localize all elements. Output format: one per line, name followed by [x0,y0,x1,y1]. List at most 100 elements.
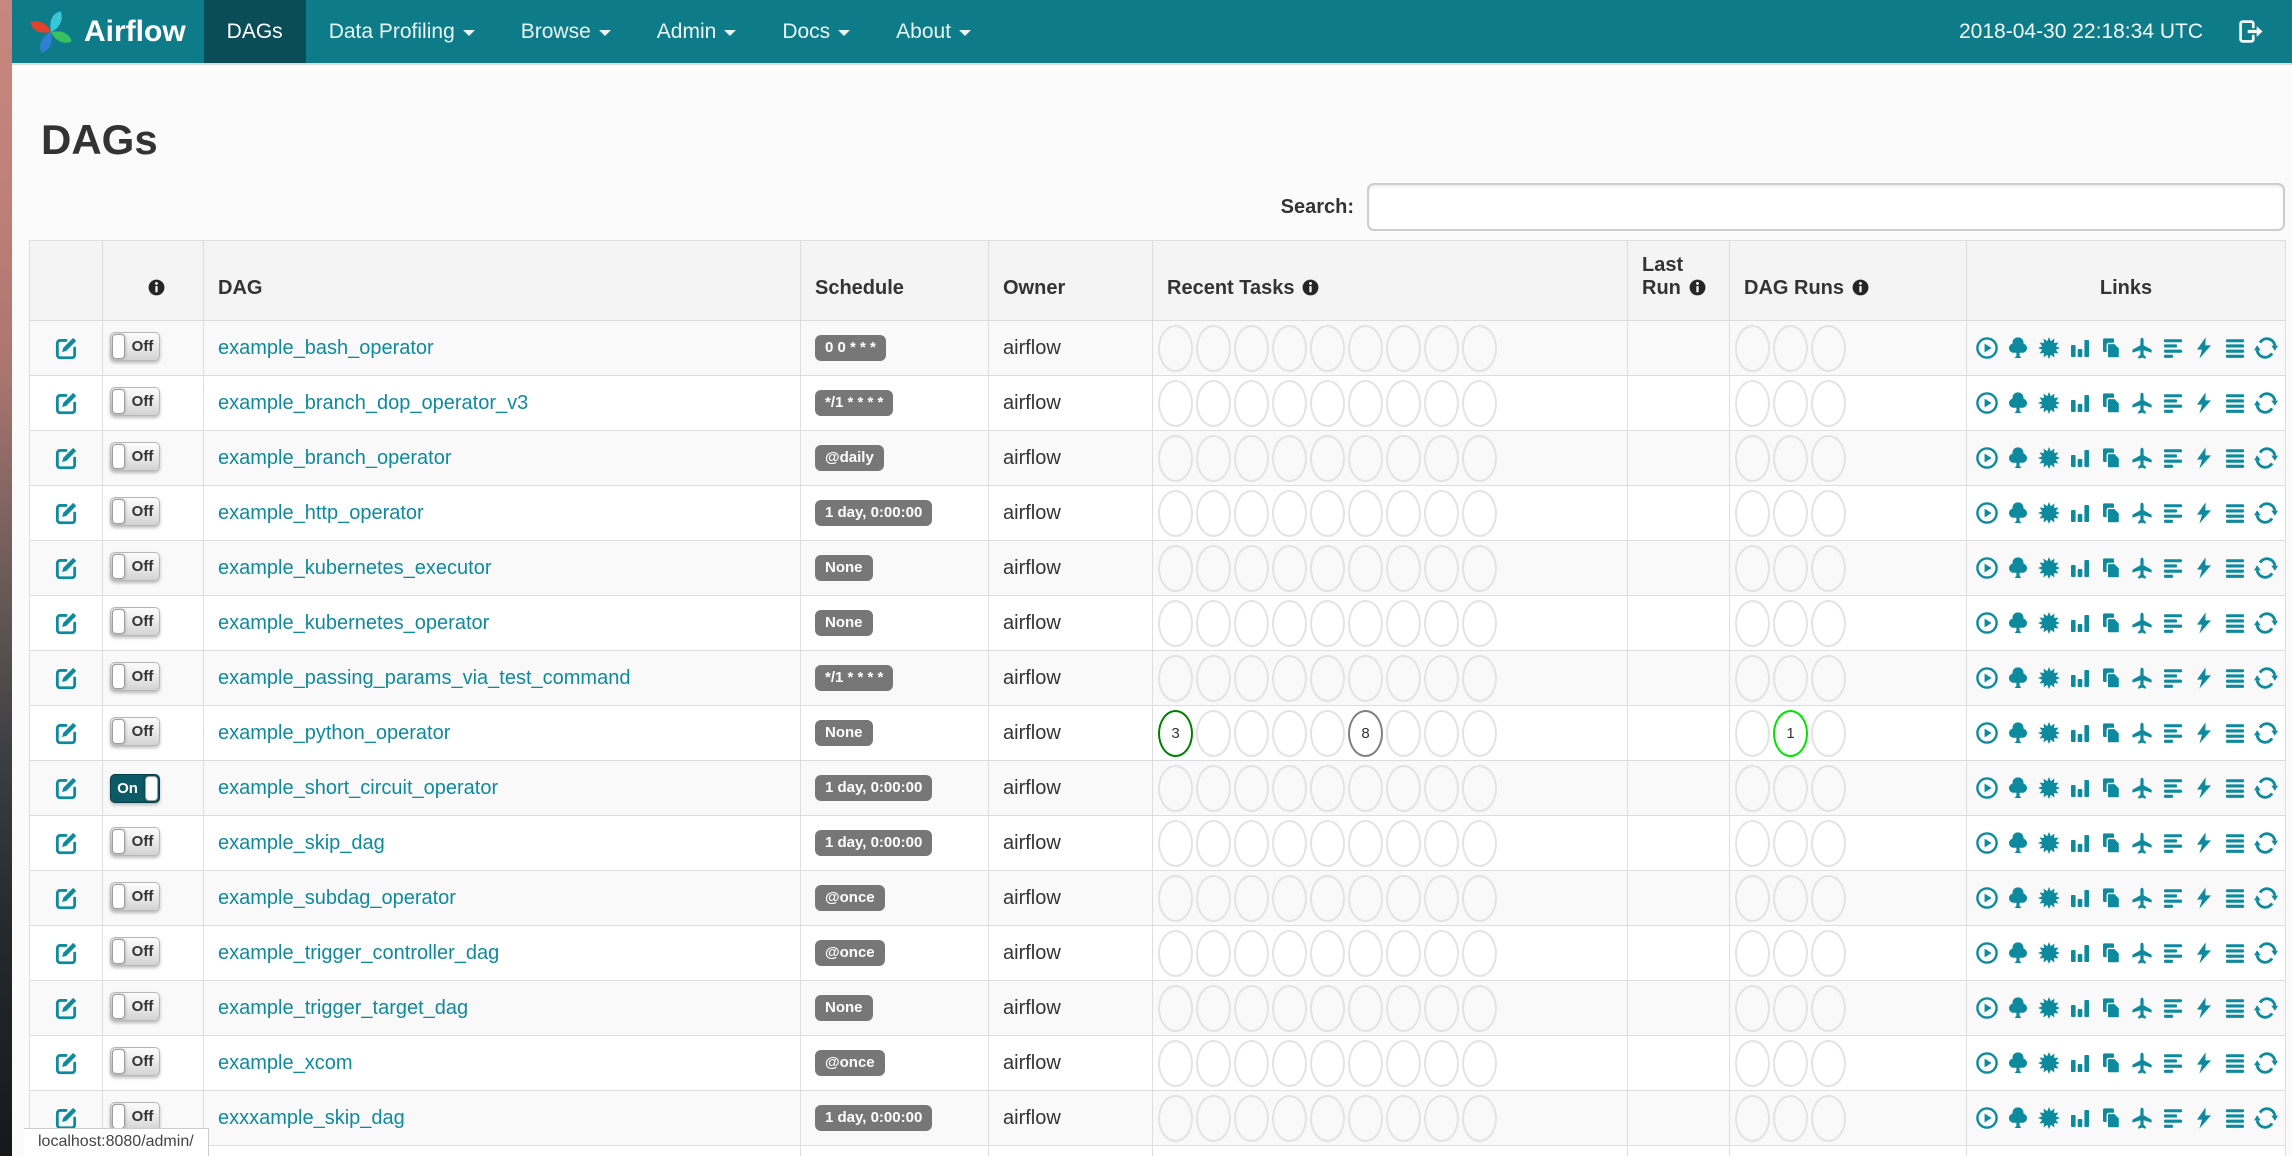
recent-task-circle[interactable] [1234,379,1269,427]
trigger-dag-link[interactable] [1975,996,1999,1020]
landing-times-link[interactable] [2130,501,2154,525]
info-icon[interactable] [147,278,166,297]
recent-task-circle[interactable] [1272,544,1307,592]
dag-link[interactable]: example_http_operator [218,502,424,524]
gantt-view-link[interactable] [2161,666,2185,690]
refresh-dag-link[interactable] [2254,336,2278,360]
dag-run-circle[interactable] [1811,819,1846,867]
recent-task-circle[interactable] [1196,1039,1231,1087]
edit-dag-link[interactable] [53,666,79,688]
recent-task-circle[interactable] [1234,874,1269,922]
dag-run-circle[interactable] [1735,654,1770,702]
tree-view-link[interactable] [2006,721,2030,745]
recent-task-circle[interactable] [1158,434,1193,482]
dag-run-circle[interactable] [1735,929,1770,977]
task-details-link[interactable] [2223,776,2247,800]
recent-task-circle[interactable]: 8 [1348,709,1383,757]
trigger-dag-link[interactable] [1975,721,1999,745]
refresh-dag-link[interactable] [2254,996,2278,1020]
dag-pause-toggle[interactable]: Off [110,551,160,581]
dag-link[interactable]: example_trigger_controller_dag [218,942,499,964]
dag-link[interactable]: example_kubernetes_operator [218,612,489,634]
dag-pause-toggle[interactable]: Off [110,1101,160,1131]
landing-times-link[interactable] [2130,1051,2154,1075]
recent-task-circle[interactable] [1310,324,1345,372]
graph-view-link[interactable] [2037,611,2061,635]
recent-task-circle[interactable] [1462,1094,1497,1142]
dag-run-circle[interactable] [1811,324,1846,372]
refresh-dag-link[interactable] [2254,1051,2278,1075]
trigger-dag-link[interactable] [1975,391,1999,415]
dag-run-circle[interactable] [1811,709,1846,757]
nav-item-dags[interactable]: DAGs [203,0,306,63]
tree-view-link[interactable] [2006,446,2030,470]
refresh-dag-link[interactable] [2254,721,2278,745]
tree-view-link[interactable] [2006,666,2030,690]
task-details-link[interactable] [2223,1051,2247,1075]
recent-task-circle[interactable] [1348,379,1383,427]
recent-task-circle[interactable] [1424,819,1459,867]
trigger-dag-link[interactable] [1975,941,1999,965]
trigger-dag-link[interactable] [1975,666,1999,690]
dag-link[interactable]: example_branch_operator [218,447,452,469]
nav-item-data-profiling[interactable]: Data Profiling [306,0,498,63]
refresh-dag-link[interactable] [2254,666,2278,690]
nav-item-docs[interactable]: Docs [759,0,873,63]
graph-view-link[interactable] [2037,556,2061,580]
recent-task-circle[interactable] [1158,1039,1193,1087]
dag-run-circle[interactable] [1773,819,1808,867]
task-details-link[interactable] [2223,336,2247,360]
recent-task-circle[interactable] [1348,654,1383,702]
dag-run-circle[interactable] [1811,929,1846,977]
landing-times-link[interactable] [2130,831,2154,855]
dag-run-circle[interactable] [1735,709,1770,757]
search-input[interactable] [1367,183,2285,231]
trigger-dag-link[interactable] [1975,1106,1999,1130]
schedule-badge[interactable]: @daily [815,445,884,471]
recent-task-circle[interactable] [1424,489,1459,537]
code-view-link[interactable] [2192,611,2216,635]
edit-dag-link[interactable] [53,391,79,413]
recent-task-circle[interactable] [1424,544,1459,592]
recent-task-circle[interactable] [1196,819,1231,867]
trigger-dag-link[interactable] [1975,501,1999,525]
recent-task-circle[interactable] [1272,1039,1307,1087]
landing-times-link[interactable] [2130,666,2154,690]
recent-task-circle[interactable] [1386,379,1421,427]
recent-task-circle[interactable] [1196,434,1231,482]
recent-task-circle[interactable] [1462,764,1497,812]
graph-view-link[interactable] [2037,336,2061,360]
tree-view-link[interactable] [2006,336,2030,360]
dag-pause-toggle[interactable]: Off [110,936,160,966]
code-view-link[interactable] [2192,501,2216,525]
recent-task-circle[interactable] [1272,874,1307,922]
edit-dag-link[interactable] [53,996,79,1018]
code-view-link[interactable] [2192,1051,2216,1075]
task-tries-link[interactable] [2099,666,2123,690]
sign-out-icon[interactable] [2237,18,2264,45]
task-tries-link[interactable] [2099,996,2123,1020]
schedule-badge[interactable]: None [815,720,873,746]
recent-task-circle[interactable] [1272,599,1307,647]
recent-task-circle[interactable] [1196,324,1231,372]
task-details-link[interactable] [2223,391,2247,415]
gantt-view-link[interactable] [2161,941,2185,965]
landing-times-link[interactable] [2130,611,2154,635]
recent-task-circle[interactable] [1310,544,1345,592]
task-details-link[interactable] [2223,501,2247,525]
recent-task-circle[interactable] [1386,434,1421,482]
graph-view-link[interactable] [2037,446,2061,470]
edit-dag-link[interactable] [53,941,79,963]
graph-view-link[interactable] [2037,1106,2061,1130]
tree-view-link[interactable] [2006,941,2030,965]
recent-task-circle[interactable] [1272,1094,1307,1142]
recent-task-circle[interactable] [1272,984,1307,1032]
dag-link[interactable]: example_branch_dop_operator_v3 [218,392,528,414]
dag-run-circle[interactable] [1735,379,1770,427]
dag-run-circle[interactable]: 1 [1773,709,1808,757]
recent-task-circle[interactable] [1272,929,1307,977]
landing-times-link[interactable] [2130,721,2154,745]
code-view-link[interactable] [2192,446,2216,470]
recent-task-circle[interactable] [1310,1039,1345,1087]
gantt-view-link[interactable] [2161,611,2185,635]
